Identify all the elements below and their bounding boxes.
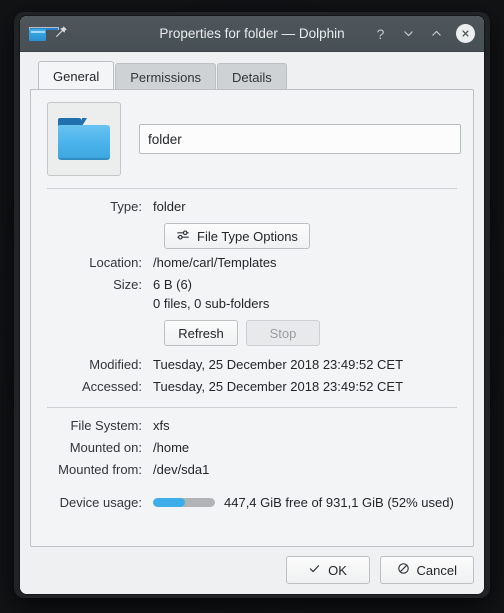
row-mounted-on: Mounted on: /home (43, 438, 461, 457)
filesystem-value: xfs (153, 418, 170, 433)
modified-label: Modified: (89, 357, 142, 372)
tab-bar: General Permissions Details (30, 61, 474, 90)
mounted-on-value: /home (153, 440, 190, 455)
device-usage-label: Device usage: (59, 495, 142, 510)
file-type-options-row: File Type Options (164, 223, 461, 249)
type-value: folder (153, 199, 186, 214)
close-icon (462, 30, 469, 37)
size-detail: 0 files, 0 sub-folders (153, 296, 270, 311)
file-type-options-button[interactable]: File Type Options (164, 223, 310, 249)
icon-name-row (43, 100, 461, 180)
sliders-icon (176, 228, 190, 245)
separator-top (47, 188, 457, 189)
cancel-icon (397, 562, 410, 578)
stop-button: Stop (246, 320, 320, 346)
row-type: Type: folder (43, 197, 461, 216)
accessed-label: Accessed: (82, 379, 142, 394)
size-value-group: 6 B (6) 0 files, 0 sub-folders (153, 275, 269, 313)
location-value: /home/carl/Templates (153, 255, 277, 270)
filesystem-label: File System: (70, 418, 142, 433)
row-location: Location: /home/carl/Templates (43, 253, 461, 272)
device-usage-progressbar (153, 498, 215, 507)
ok-button[interactable]: OK (285, 556, 370, 584)
size-actions-row: Refresh Stop (164, 320, 461, 346)
size-label: Size: (113, 277, 142, 292)
tab-details[interactable]: Details (217, 63, 287, 90)
row-device-usage: Device usage: 447,4 GiB free of 931,1 Gi… (43, 493, 461, 512)
tab-permissions[interactable]: Permissions (115, 63, 217, 90)
size-value: 6 B (6) (153, 277, 193, 292)
device-usage-fill (153, 498, 186, 507)
ok-label: OK (328, 562, 347, 578)
row-mounted-from: Mounted from: /dev/sda1 (43, 460, 461, 479)
dialog-footer: OK Cancel (30, 547, 474, 584)
row-accessed: Accessed: Tuesday, 25 December 2018 23:4… (43, 377, 461, 396)
maximize-button[interactable] (428, 25, 445, 42)
row-filesystem: File System: xfs (43, 416, 461, 435)
refresh-button[interactable]: Refresh (164, 320, 238, 346)
titlebar-buttons: ? (372, 24, 475, 43)
mounted-from-label: Mounted from: (58, 462, 142, 477)
separator-filesystem (47, 407, 457, 408)
desktop-backdrop: Properties for folder — Dolphin ? Genera… (0, 0, 504, 613)
cancel-button[interactable]: Cancel (379, 556, 474, 584)
file-type-options-label: File Type Options (197, 228, 298, 244)
cancel-label: Cancel (416, 562, 457, 578)
mounted-on-label: Mounted on: (69, 440, 142, 455)
modified-value: Tuesday, 25 December 2018 23:49:52 CET (153, 357, 404, 372)
folder-icon (58, 118, 110, 160)
close-button[interactable] (456, 24, 475, 43)
general-tab-panel: Type: folder File Type Options (30, 89, 474, 547)
row-modified: Modified: Tuesday, 25 December 2018 23:4… (43, 355, 461, 374)
check-icon (308, 562, 321, 578)
row-size: Size: 6 B (6) 0 files, 0 sub-folders (43, 275, 461, 313)
help-button[interactable]: ? (372, 25, 389, 42)
change-icon-button[interactable] (47, 102, 121, 176)
titlebar[interactable]: Properties for folder — Dolphin ? (20, 16, 484, 52)
accessed-value: Tuesday, 25 December 2018 23:49:52 CET (153, 379, 404, 394)
device-usage-value: 447,4 GiB free of 931,1 GiB (52% used) (224, 495, 454, 510)
location-label: Location: (89, 255, 142, 270)
type-label: Type: (110, 199, 142, 214)
minimize-button[interactable] (400, 25, 417, 42)
properties-dialog: Properties for folder — Dolphin ? Genera… (20, 16, 484, 594)
dialog-body: General Permissions Details folder Type:… (20, 52, 484, 594)
name-input[interactable] (139, 124, 461, 154)
titlebar-left-icons (29, 25, 68, 43)
folder-icon (29, 26, 59, 41)
tab-general[interactable]: General (38, 61, 115, 90)
mounted-from-value: /dev/sda1 (153, 462, 210, 477)
